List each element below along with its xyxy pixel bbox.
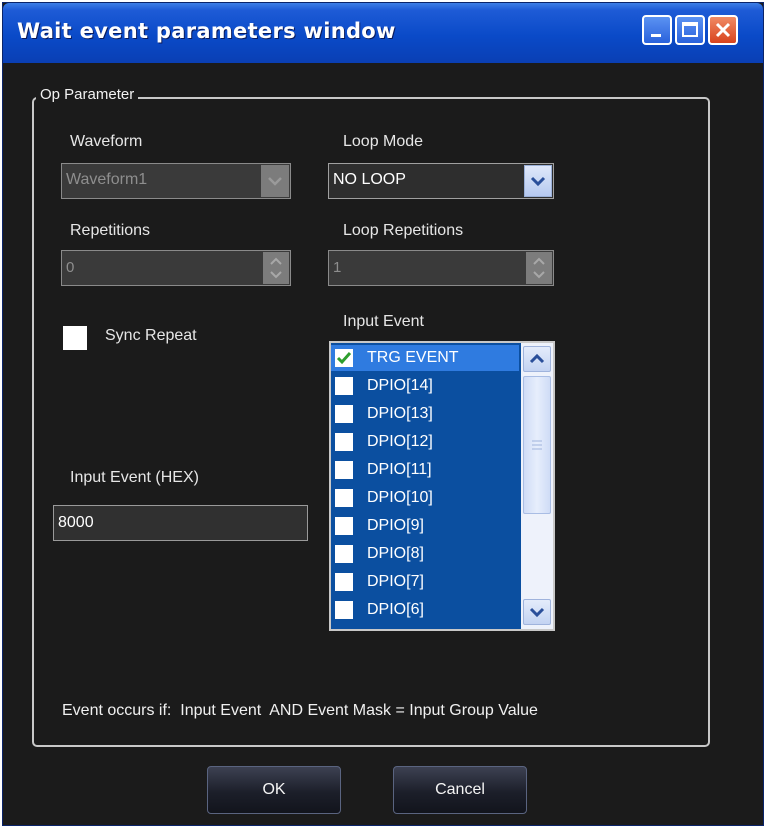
checkbox[interactable] [335,517,353,535]
sync-repeat-checkbox[interactable] [63,326,87,350]
maximize-icon [682,22,698,37]
list-item-label: DPIO[11] [367,461,432,478]
list-item-label: TRG EVENT [367,349,459,366]
chevron-down-icon [530,176,546,187]
list-item-label: DPIO[10] [367,489,433,506]
list-item[interactable]: DPIO[9] [331,513,519,539]
chevron-down-icon [268,177,282,186]
loop-mode-value: NO LOOP [333,171,406,188]
input-event-hex-field[interactable] [54,506,307,540]
loop-mode-label: Loop Mode [343,133,424,150]
scroll-down-button[interactable] [523,599,551,625]
checkbox[interactable] [335,433,353,451]
scroll-up-button[interactable] [523,346,551,372]
checkbox[interactable] [335,489,353,507]
ok-button[interactable]: OK [207,766,341,814]
loop-repetitions-label: Loop Repetitions [343,222,464,239]
loop-mode-select[interactable]: NO LOOP [328,163,554,199]
list-item[interactable]: DPIO[6] [331,597,519,623]
grip-icon [532,440,542,450]
waveform-select[interactable]: Waveform1 [61,163,291,199]
list-item-label: DPIO[6] [367,601,424,618]
repetitions-spin-buttons[interactable] [263,252,289,284]
waveform-value: Waveform1 [66,171,148,188]
list-item-label: DPIO[14] [367,377,433,394]
waveform-dropdown-button[interactable] [261,165,289,197]
waveform-label: Waveform [70,133,143,150]
checkbox[interactable] [335,573,353,591]
list-item[interactable]: DPIO[10] [331,485,519,511]
checkbox[interactable] [335,377,353,395]
spin-arrows-icon [270,257,282,279]
checkbox[interactable] [335,545,353,563]
list-item[interactable]: DPIO[13] [331,401,519,427]
list-item-label: DPIO[13] [367,405,433,422]
minimize-icon [651,34,661,37]
loop-repetitions-spin-buttons[interactable] [526,252,552,284]
list-item-trg-event[interactable]: TRG EVENT [331,345,519,371]
event-condition-note: Event occurs if: Input Event AND Event M… [62,702,538,719]
chevron-down-icon [529,607,545,618]
minimize-button[interactable] [642,15,672,45]
list-item-label: DPIO[9] [367,517,424,534]
input-event-hex-label: Input Event (HEX) [70,469,199,486]
cancel-button[interactable]: Cancel [393,766,527,814]
loop-repetitions-value: 1 [333,259,342,276]
list-item[interactable]: DPIO[11] [331,457,519,483]
checkbox[interactable] [335,405,353,423]
window-title: Wait event parameters window [17,19,396,43]
title-bar[interactable]: Wait event parameters window [3,3,763,63]
maximize-button[interactable] [675,15,705,45]
list-item-label: DPIO[7] [367,573,424,590]
list-scrollbar[interactable] [521,343,553,629]
checkmark-icon [336,352,352,365]
checkbox[interactable] [335,461,353,479]
repetitions-label: Repetitions [70,222,151,239]
loop-repetitions-spinner[interactable]: 1 [328,250,554,286]
repetitions-spinner[interactable]: 0 [61,250,291,286]
loop-mode-dropdown-button[interactable] [524,165,552,197]
list-item[interactable]: DPIO[12] [331,429,519,455]
input-event-list[interactable]: TRG EVENT DPIO[14] DPIO[13] DPIO[12] DPI… [329,341,555,631]
close-button[interactable] [708,15,738,45]
repetitions-value: 0 [66,259,75,276]
list-item[interactable]: DPIO[8] [331,541,519,567]
list-item[interactable]: DPIO[7] [331,569,519,595]
list-item-label: DPIO[12] [367,433,433,450]
input-event-label: Input Event [343,313,424,330]
spin-arrows-icon [533,257,545,279]
chevron-up-icon [529,353,545,364]
input-event-hex-field-frame [53,505,308,541]
list-item-label: DPIO[8] [367,545,424,562]
scroll-thumb[interactable] [523,376,551,514]
checkbox-checked[interactable] [335,349,353,367]
close-icon [715,22,731,38]
sync-repeat-label: Sync Repeat [105,327,197,344]
list-item[interactable]: DPIO[14] [331,373,519,399]
group-label: Op Parameter [36,86,139,103]
checkbox[interactable] [335,601,353,619]
